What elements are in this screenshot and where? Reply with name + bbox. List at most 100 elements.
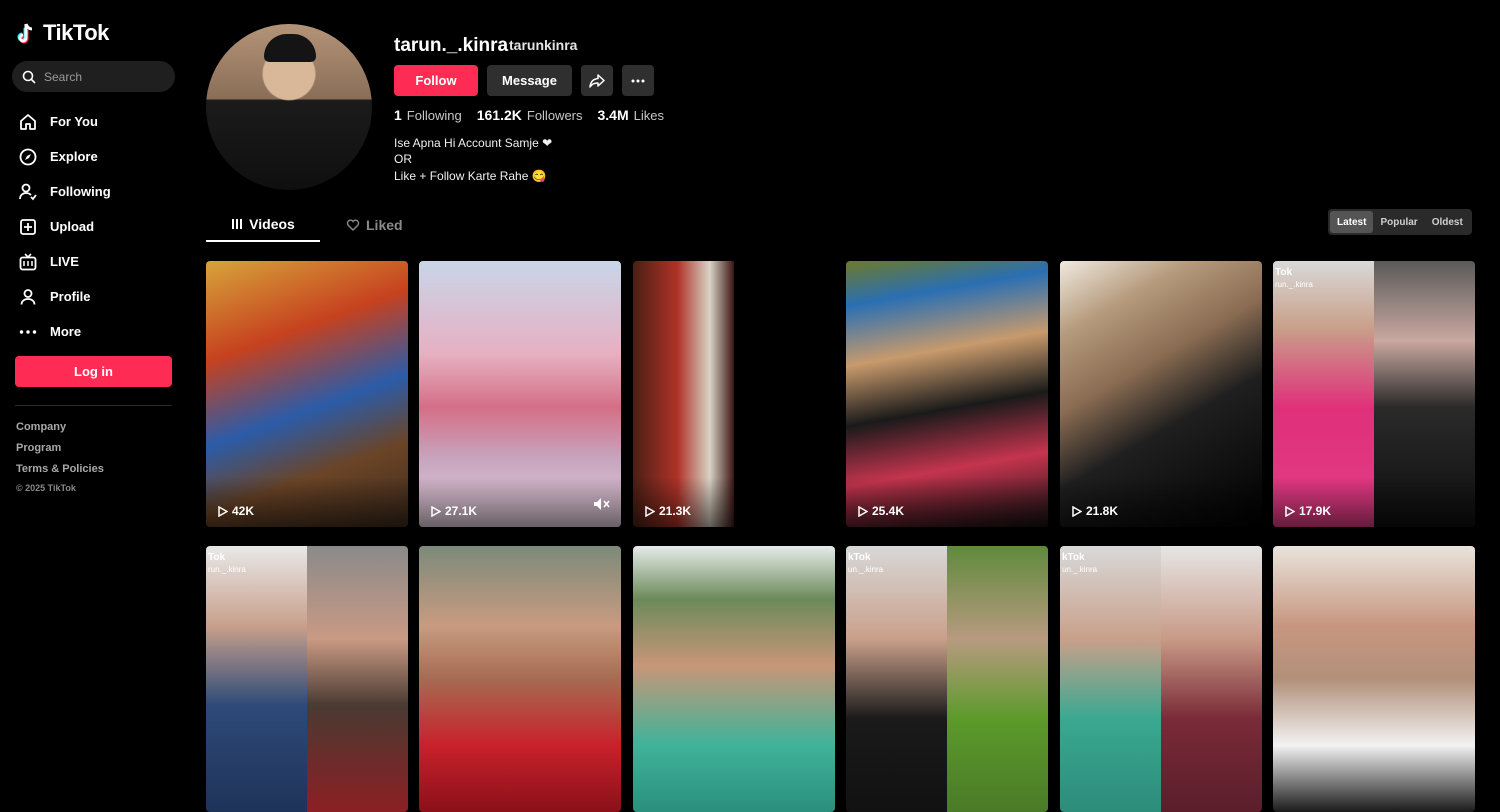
watermark-user: un._.kinra: [848, 565, 884, 574]
sidebar-item-label: Following: [50, 184, 111, 199]
search-box[interactable]: [12, 61, 175, 92]
search-input[interactable]: [44, 69, 164, 84]
video-card[interactable]: kTok un._.kinra: [1060, 546, 1262, 812]
stat-value: 161.2K: [476, 107, 522, 123]
view-count-text: 42K: [232, 504, 255, 518]
view-count-text: 25.4K: [872, 504, 905, 518]
following-icon: [18, 182, 38, 202]
video-card[interactable]: 27.1K: [419, 261, 621, 527]
view-count: 25.4K: [858, 504, 904, 518]
view-count: 27.1K: [431, 504, 477, 518]
sidebar-item-live[interactable]: LIVE: [18, 244, 111, 279]
profile-icon: [18, 287, 38, 307]
sidebar-item-for-you[interactable]: For You: [18, 104, 111, 139]
footer-link-program[interactable]: Program: [16, 441, 104, 462]
mute-icon[interactable]: [593, 497, 611, 516]
tiktok-logo[interactable]: TikTok: [17, 20, 109, 46]
card-overlay: [419, 477, 621, 527]
stat-likes: 3.4M Likes: [598, 107, 664, 123]
card-overlay: [1060, 477, 1262, 527]
view-count-text: 27.1K: [445, 504, 478, 518]
profile-avatar[interactable]: [206, 24, 372, 190]
sidebar-nav: For You Explore Following Upload LIVE Pr…: [18, 104, 111, 349]
bio-line: Like + Follow Karte Rahe 😋: [394, 168, 547, 183]
sort-oldest[interactable]: Oldest: [1425, 211, 1470, 233]
sort-popular[interactable]: Popular: [1373, 211, 1424, 233]
stat-followers[interactable]: 161.2K Followers: [477, 107, 583, 123]
sidebar-item-following[interactable]: Following: [18, 174, 111, 209]
sidebar-item-more[interactable]: More: [18, 314, 111, 349]
profile-nickname: tarunkinra: [509, 37, 578, 53]
tiktok-watermark: kTok un._.kinra: [848, 552, 883, 576]
video-card[interactable]: kTok un._.kinra: [846, 546, 1048, 812]
tab-liked[interactable]: Liked: [346, 208, 403, 242]
login-button[interactable]: Log in: [15, 356, 172, 387]
sidebar-item-profile[interactable]: Profile: [18, 279, 111, 314]
play-icon: [858, 505, 868, 517]
watermark-user: run._.kinra: [208, 565, 246, 574]
stat-value: 3.4M: [597, 107, 629, 123]
live-icon: [18, 252, 38, 272]
watermark-user: un._.kinra: [1062, 565, 1098, 574]
stat-following[interactable]: 1 Following: [394, 107, 462, 123]
copyright: © 2025 TikTok: [16, 483, 76, 493]
watermark-brand: kTok: [1062, 552, 1085, 563]
view-count: 21.8K: [1072, 504, 1118, 518]
video-card[interactable]: 21.3K: [633, 261, 835, 527]
card-overlay: [206, 477, 408, 527]
footer-link-terms[interactable]: Terms & Policies: [16, 462, 104, 483]
watermark-brand: Tok: [1275, 267, 1293, 278]
tiktok-watermark: kTok un._.kinra: [1062, 552, 1097, 576]
sidebar: TikTok For You Explore Following Upload …: [0, 0, 188, 756]
sort-latest[interactable]: Latest: [1330, 211, 1374, 233]
message-button[interactable]: Message: [487, 65, 572, 96]
play-icon: [645, 505, 655, 517]
logo-text: TikTok: [43, 20, 109, 45]
card-overlay: [1273, 477, 1475, 527]
compass-icon: [18, 147, 38, 167]
video-card[interactable]: Tok run._.kinra: [206, 546, 408, 812]
sidebar-item-label: Explore: [50, 149, 98, 164]
search-icon: [22, 70, 36, 84]
duet-right: [1161, 546, 1262, 812]
sort-toggle: Latest Popular Oldest: [1328, 209, 1472, 235]
profile-username: tarun._.kinra: [394, 35, 509, 56]
tab-label: Liked: [366, 217, 403, 233]
video-card[interactable]: 42K: [206, 261, 408, 527]
card-overlay: [633, 477, 835, 527]
tiktok-logo-icon: [17, 23, 33, 44]
view-count-text: 21.3K: [659, 504, 692, 518]
stat-label: Followers: [526, 108, 583, 123]
share-icon: [589, 73, 605, 88]
grid-icon: [232, 219, 243, 229]
divider: [15, 405, 172, 406]
duet-left: [206, 546, 307, 812]
bio-line: OR: [394, 152, 412, 167]
video-card[interactable]: [419, 546, 621, 812]
stat-label: Following: [406, 108, 462, 123]
follow-button[interactable]: Follow: [394, 65, 478, 96]
sidebar-item-explore[interactable]: Explore: [18, 139, 111, 174]
stat-value: 1: [394, 107, 402, 123]
video-card[interactable]: Tok run._.kinra 17.9K: [1273, 261, 1475, 527]
watermark-brand: kTok: [848, 552, 871, 563]
footer-link-company[interactable]: Company: [16, 420, 104, 441]
sidebar-item-upload[interactable]: Upload: [18, 209, 111, 244]
tab-label: Videos: [249, 216, 295, 232]
video-card[interactable]: [633, 546, 835, 812]
share-button[interactable]: [581, 65, 613, 96]
card-overlay: [846, 477, 1048, 527]
video-card[interactable]: 21.8K: [1060, 261, 1262, 527]
more-options-button[interactable]: [622, 65, 654, 96]
video-card[interactable]: [1273, 546, 1475, 812]
tiktok-watermark: Tok run._.kinra: [208, 552, 246, 576]
video-card[interactable]: 25.4K: [846, 261, 1048, 527]
duet-left: [1060, 546, 1161, 812]
play-icon: [1072, 505, 1082, 517]
view-count-text: 17.9K: [1299, 504, 1332, 518]
play-icon: [1285, 505, 1295, 517]
play-icon: [218, 505, 228, 517]
tab-videos[interactable]: Videos: [206, 208, 320, 242]
stat-label: Likes: [633, 108, 664, 123]
sidebar-item-label: Profile: [50, 289, 91, 304]
